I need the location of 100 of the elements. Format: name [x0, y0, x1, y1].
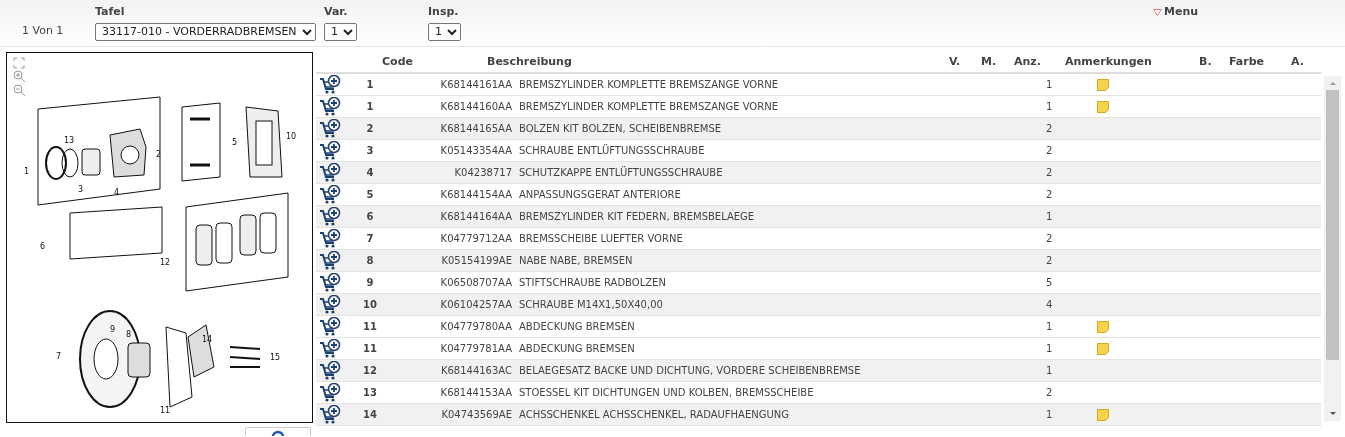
add-to-cart-icon[interactable]	[319, 206, 341, 227]
add-to-cart-icon[interactable]	[319, 228, 341, 249]
zoom-out-icon[interactable]	[13, 84, 26, 97]
add-to-cart-icon[interactable]	[319, 316, 341, 337]
search-icon	[271, 430, 285, 436]
tafel-select[interactable]: 33117-010 - VORDERRADBREMSEN	[95, 22, 316, 41]
part-code: K04779780AA	[440, 321, 512, 332]
quantity: 2	[1046, 233, 1053, 244]
part-code: K68144160AA	[440, 101, 512, 112]
add-to-cart-icon[interactable]	[319, 74, 341, 95]
position-number: 4	[366, 167, 374, 178]
scroll-thumb[interactable]	[1326, 90, 1339, 360]
position-number: 14	[363, 409, 377, 420]
search-button[interactable]	[245, 427, 311, 436]
part-description: ABDECKUNG BREMSEN	[519, 321, 635, 332]
part-description: BREMSSCHEIBE LUEFTER VORNE	[519, 233, 683, 244]
part-description: STOESSEL KIT DICHTUNGEN UND KOLBEN, BREMSSCHEIBE	[519, 387, 814, 398]
part-description: NABE NABE, BREMSEN	[519, 255, 633, 266]
column-header[interactable]: Farbe	[1229, 54, 1265, 68]
part-code: K04779781AA	[440, 343, 512, 354]
part-row[interactable]: 6 K68144164AA BREMSZYLINDER KIT FEDERN, BREMSBELAEGE 1	[316, 206, 1321, 228]
quantity: 2	[1046, 255, 1053, 266]
quantity: 1	[1046, 409, 1053, 420]
part-code: K05154199AE	[441, 255, 512, 266]
add-to-cart-icon[interactable]	[319, 294, 341, 315]
part-code: K06508707AA	[440, 277, 512, 288]
position-number: 2	[366, 123, 374, 134]
quantity: 2	[1046, 189, 1053, 200]
column-header[interactable]: M.	[981, 54, 997, 68]
part-row[interactable]: 4 K04238717 SCHUTZKAPPE ENTLÜFTUNGSSCHRAUBE 2	[316, 162, 1321, 184]
part-description: BREMSZYLINDER KOMPLETTE BREMSZANGE VORNE	[519, 79, 778, 90]
page-info: 1 Von 1	[22, 23, 64, 39]
position-number: 7	[366, 233, 374, 244]
exploded-parts-drawing: 1 2 3 4 5 6 7 8 9 10 11 12 13 14 15	[9, 77, 310, 417]
part-code: K04779712AA	[440, 233, 512, 244]
part-description: BREMSZYLINDER KIT FEDERN, BREMSBELAEGE	[519, 211, 755, 222]
quantity: 1	[1046, 211, 1053, 222]
menu-button[interactable]: Menu	[1153, 4, 1199, 21]
add-to-cart-icon[interactable]	[319, 140, 341, 161]
part-description: STIFTSCHRAUBE RADBOLZEN	[519, 277, 666, 288]
quantity: 2	[1046, 123, 1053, 134]
part-description: BREMSZYLINDER KOMPLETTE BREMSZANGE VORNE	[519, 101, 778, 112]
scrollbar[interactable]	[1324, 76, 1341, 421]
position-number: 11	[363, 343, 377, 354]
add-to-cart-icon[interactable]	[319, 118, 341, 139]
column-header[interactable]: A.	[1291, 54, 1304, 68]
part-code: K68144154AA	[440, 189, 512, 200]
insp-select[interactable]: 1	[428, 22, 461, 41]
add-to-cart-icon[interactable]	[319, 184, 341, 205]
quantity: 1	[1046, 321, 1053, 332]
part-row[interactable]: 14 K04743569AE ACHSSCHENKEL ACHSSCHENKEL, RADAUFHAENGUNG 1	[316, 404, 1321, 426]
position-number: 1	[366, 101, 374, 112]
quantity: 1	[1046, 365, 1053, 376]
column-header[interactable]: Anz.	[1014, 54, 1041, 68]
add-to-cart-icon[interactable]	[319, 96, 341, 117]
part-code: K68144165AA	[440, 123, 512, 134]
position-number: 9	[366, 277, 374, 288]
column-header[interactable]: V.	[949, 54, 961, 68]
add-to-cart-icon[interactable]	[319, 404, 341, 425]
add-to-cart-icon[interactable]	[319, 162, 341, 183]
add-to-cart-icon[interactable]	[319, 250, 341, 271]
part-code: K68144153AA	[440, 387, 512, 398]
part-description: SCHRAUBE M14X1,50X40,00	[519, 299, 663, 310]
position-number: 3	[366, 145, 374, 156]
part-description: BELAEGESATZ BACKE UND DICHTUNG, VORDERE SCHEIBENBREMSE	[519, 365, 861, 376]
part-row[interactable]: 12 K68144163AC BELAEGESATZ BACKE UND DICHTUNG, VORDERE SCHEIBENBREMSE 1	[316, 360, 1321, 382]
position-number: 6	[366, 211, 374, 222]
part-code: K68144163AC	[440, 365, 512, 376]
caret-icon	[1153, 8, 1162, 16]
part-description: SCHUTZKAPPE ENTLÜFTUNGSSCHRAUBE	[519, 167, 723, 178]
quantity: 1	[1046, 343, 1053, 354]
part-row[interactable]: 10 K06104257AA SCHRAUBE M14X1,50X40,00 4	[316, 294, 1321, 316]
quantity: 5	[1046, 277, 1053, 288]
quantity: 1	[1046, 101, 1053, 112]
part-description: SCHRAUBE ENTLÜFTUNGSSCHRAUBE	[519, 145, 705, 156]
part-row[interactable]: 8 K05154199AE NABE NABE, BREMSEN 2	[316, 250, 1321, 272]
part-description: ACHSSCHENKEL ACHSSCHENKEL, RADAUFHAENGUNG	[519, 409, 790, 420]
column-header[interactable]: B.	[1199, 54, 1212, 68]
var-select[interactable]: 1	[324, 22, 357, 41]
quantity: 2	[1046, 167, 1053, 178]
part-code: K68144161AA	[440, 79, 512, 90]
column-header[interactable]: Anmerkungen	[1065, 54, 1152, 68]
add-to-cart-icon[interactable]	[319, 338, 341, 359]
tafel-label: Tafel	[95, 4, 126, 20]
position-number: 10	[363, 299, 377, 310]
column-header[interactable]: Code	[382, 54, 413, 68]
add-to-cart-icon[interactable]	[319, 272, 341, 293]
part-code: K68144164AA	[440, 211, 512, 222]
position-number: 12	[363, 365, 377, 376]
part-description: ABDECKUNG BREMSEN	[519, 343, 635, 354]
part-row[interactable]: 2 K68144165AA BOLZEN KIT BOLZEN, SCHEIBENBREMSE 2	[316, 118, 1321, 140]
quantity: 4	[1046, 299, 1053, 310]
part-description: BOLZEN KIT BOLZEN, SCHEIBENBREMSE	[519, 123, 722, 134]
position-number: 8	[366, 255, 374, 266]
add-to-cart-icon[interactable]	[319, 382, 341, 403]
zoom-in-icon[interactable]	[13, 70, 26, 83]
column-header[interactable]: Beschreibung	[487, 54, 572, 68]
position-number: 1	[366, 79, 374, 90]
add-to-cart-icon[interactable]	[319, 360, 341, 381]
part-code: K04743569AE	[441, 409, 512, 420]
